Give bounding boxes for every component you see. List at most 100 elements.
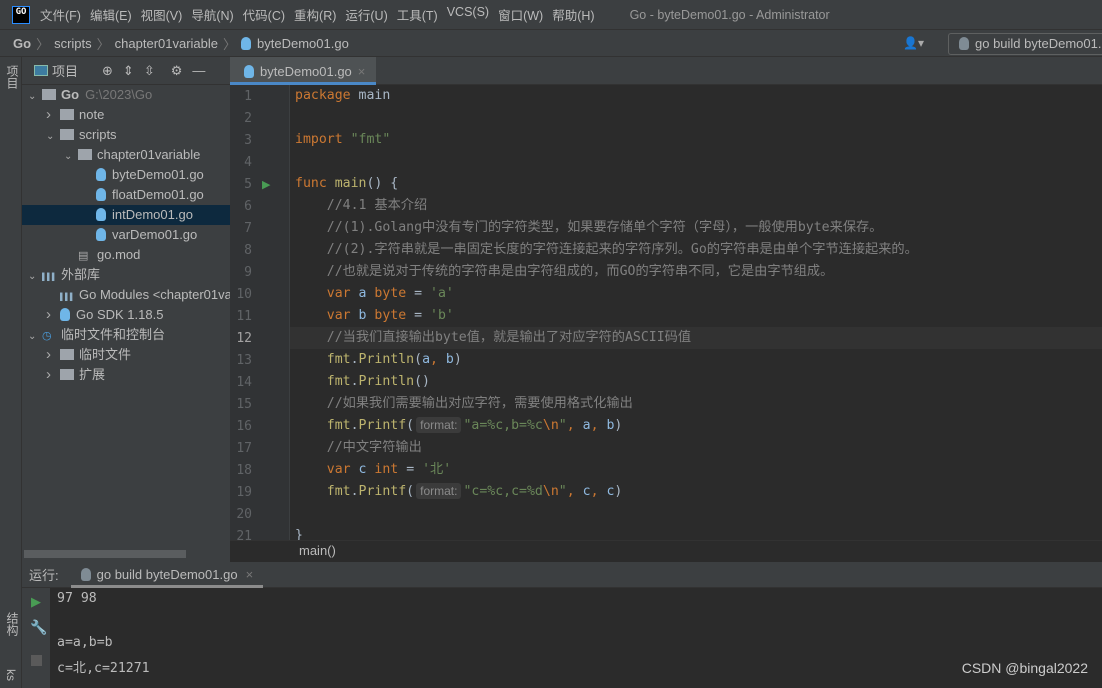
menu-item[interactable]: 文件(F) [40, 5, 81, 24]
code-token: //4.1 基本介绍 [295, 198, 428, 213]
tree-item[interactable]: ⌄ ▌▌▌ 外部库 [22, 265, 230, 285]
code-token: main [358, 88, 391, 103]
code-token: fmt [295, 418, 351, 433]
menu-item[interactable]: 导航(N) [191, 5, 233, 24]
console-line: 97 98 [57, 591, 97, 606]
tree-item-label: chapter01variable [97, 147, 201, 162]
run-tab-label: go build byteDemo01.go [96, 566, 238, 582]
tree-item-label: 外部库 [61, 267, 101, 282]
editor-breadcrumb[interactable]: main() [230, 540, 1102, 562]
tree-item[interactable]: ⌄ ◷ 临时文件和控制台 [22, 325, 230, 345]
menu-item[interactable]: 重构(R) [294, 5, 336, 24]
tree-item[interactable]: varDemo01.go [22, 225, 230, 245]
project-tool-button[interactable]: 项目 [4, 65, 21, 89]
code-token: . [350, 418, 359, 433]
rerun-icon[interactable]: ▶ [31, 594, 41, 610]
wrench-icon[interactable]: 🔧 [30, 619, 47, 636]
folder-icon [42, 89, 56, 100]
editor-tabs: byteDemo01.go × [230, 57, 1102, 85]
code-token: fmt [295, 374, 351, 389]
code-editor[interactable]: package main import "fmt" func main() { //… [290, 85, 1102, 540]
expand-all-icon[interactable]: ⇕ [123, 63, 134, 79]
menu-item[interactable]: 帮助(H) [552, 5, 594, 24]
breadcrumb-chapter01variable[interactable]: chapter01variable [115, 36, 218, 51]
code-token: ( [406, 484, 415, 499]
code-token: //当我们直接输出byte值，就是输出了对应字符的ASCII码值 [295, 330, 692, 345]
line-number: 3 [244, 133, 252, 148]
code-token: c [582, 484, 591, 499]
tree-item-label: Go Modules <chapter01variable> [79, 287, 230, 302]
left-tool-stripe: 项目 结构 ks [0, 57, 22, 688]
line-number: 17 [236, 441, 252, 456]
project-panel-title[interactable]: 项目 [52, 61, 78, 80]
menu-item[interactable]: 编辑(E) [90, 5, 132, 24]
tree-horizontal-scrollbar[interactable] [24, 550, 186, 558]
tab-bytedemo01[interactable]: byteDemo01.go × [230, 57, 376, 85]
run-tab[interactable]: go build byteDemo01.go × [70, 562, 264, 588]
menu-item[interactable]: 代码(C) [243, 5, 285, 24]
minimize-icon[interactable]: — [192, 63, 205, 78]
close-icon[interactable]: × [358, 64, 366, 79]
code-token: 'a' [430, 286, 454, 301]
chevron-down-icon[interactable]: ⌄ [28, 87, 42, 107]
run-gutter-icon[interactable]: ▶ [262, 178, 270, 191]
bookmarks-tool-button[interactable]: ks [4, 669, 18, 681]
chevron-right-icon[interactable]: › [46, 345, 60, 365]
close-icon[interactable]: × [246, 567, 254, 582]
menu-item[interactable]: 窗口(W) [498, 5, 543, 24]
code-token: , [430, 352, 446, 367]
tree-item[interactable]: › note [22, 105, 230, 125]
chevron-down-icon[interactable]: ⌄ [46, 127, 60, 147]
chevron-right-icon[interactable]: › [46, 105, 60, 125]
tree-item[interactable]: byteDemo01.go [22, 165, 230, 185]
folder-icon [78, 149, 92, 160]
run-console[interactable]: 97 98 a=a,b=b c=北,c=21271 [50, 588, 1102, 688]
code-line: //(2).字符串就是一串固定长度的字符连接起来的字符序列。Go的字符串是由单个… [295, 239, 918, 261]
breadcrumb-scripts[interactable]: scripts [54, 36, 92, 51]
chevron-down-icon[interactable]: ⌄ [28, 267, 42, 287]
structure-tool-button[interactable]: 结构 [4, 612, 21, 636]
user-icon[interactable]: 👤▾ [903, 36, 924, 50]
tree-item[interactable]: intDemo01.go [22, 205, 230, 225]
chevron-right-icon[interactable]: › [46, 305, 60, 325]
locate-icon[interactable]: ⊕ [102, 63, 113, 79]
chevron-down-icon[interactable]: ⌄ [28, 327, 42, 347]
tree-item[interactable]: › 临时文件 [22, 345, 230, 365]
breadcrumb-go[interactable]: Go [13, 36, 31, 51]
menu-item[interactable]: 运行(U) [345, 5, 387, 24]
go-file-icon [96, 188, 106, 201]
chevron-down-icon[interactable]: ⌄ [64, 147, 78, 167]
line-number: 7 [244, 221, 252, 236]
collapse-all-icon[interactable]: ⇳ [144, 63, 155, 79]
code-token: int [374, 462, 407, 477]
line-number: 13 [236, 353, 252, 368]
code-token: , [590, 418, 607, 433]
line-number: 1 [244, 89, 252, 104]
tree-item[interactable]: ⌄ Go G:\2023\Go [22, 85, 230, 105]
code-token: fmt [295, 484, 351, 499]
tree-item[interactable]: › 扩展 [22, 365, 230, 385]
stop-icon[interactable] [31, 655, 42, 666]
code-token: ( [406, 418, 415, 433]
menu-item[interactable]: 视图(V) [141, 5, 183, 24]
run-config-selector[interactable]: go build byteDemo01.go [948, 33, 1102, 55]
menu-item[interactable]: VCS(S) [447, 5, 489, 24]
code-token: ) [453, 352, 462, 367]
tree-item[interactable]: › Go SDK 1.18.5 [22, 305, 230, 325]
tree-item[interactable]: ⌄ scripts [22, 125, 230, 145]
code-line: func main() { [295, 173, 398, 195]
tree-item[interactable]: floatDemo01.go [22, 185, 230, 205]
code-token: fmt [295, 352, 351, 367]
tree-item[interactable]: ▤ go.mod [22, 245, 230, 265]
tree-item[interactable]: ⌄ chapter01variable [22, 145, 230, 165]
gear-icon[interactable]: ⚙ [171, 63, 183, 79]
code-token: import [295, 132, 351, 147]
breadcrumb-file[interactable]: byteDemo01.go [257, 36, 349, 51]
menu-item[interactable]: 工具(T) [397, 5, 438, 24]
code-token: c [358, 462, 375, 477]
code-token: , [590, 484, 607, 499]
chevron-right-icon[interactable]: › [46, 365, 60, 385]
tree-item[interactable]: ▌▌▌Go Modules <chapter01variable> [22, 285, 230, 305]
go-file-icon [60, 308, 70, 321]
